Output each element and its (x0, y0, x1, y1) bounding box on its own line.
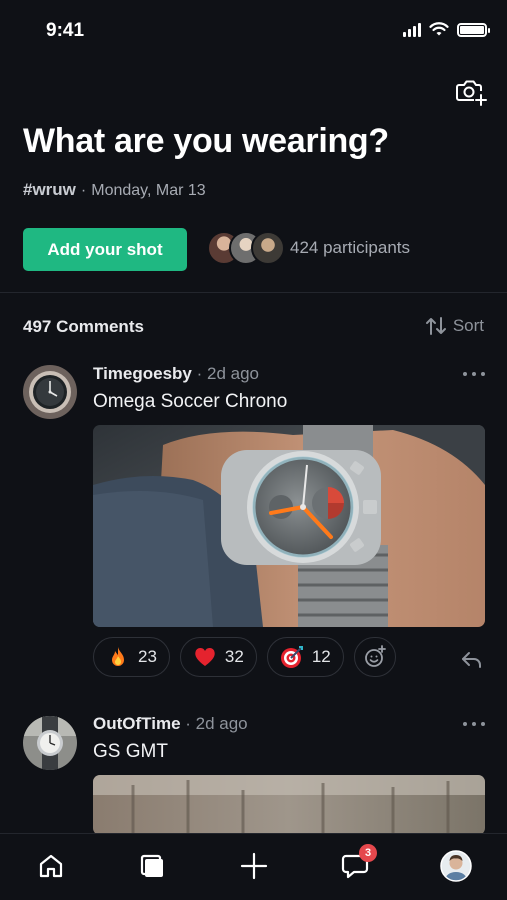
comment-photo[interactable] (93, 425, 485, 627)
heart-icon (195, 647, 215, 666)
reply-button[interactable] (460, 650, 484, 670)
more-options-button[interactable] (463, 369, 485, 379)
battery-icon (457, 22, 490, 37)
meta-separator: · (80, 182, 87, 199)
add-reaction-button[interactable] (353, 637, 396, 677)
commenter-avatar[interactable] (23, 365, 77, 419)
add-photo-camera-button[interactable] (455, 76, 487, 106)
hashtag[interactable]: #wruw (23, 180, 76, 199)
wifi-icon (429, 22, 449, 36)
camera-plus-icon (456, 80, 487, 106)
tab-create[interactable] (236, 848, 272, 884)
status-icons (403, 22, 490, 37)
plus-icon (240, 852, 268, 880)
collection-icon (140, 854, 163, 877)
tab-home[interactable] (33, 848, 69, 884)
comment-time: 2d ago (195, 714, 248, 733)
tab-messages[interactable]: 3 (337, 844, 377, 884)
comment-username[interactable]: OutOfTime (93, 714, 181, 733)
reaction-count: 23 (138, 647, 157, 666)
reaction-target[interactable]: 12 (266, 637, 344, 677)
fire-icon (112, 647, 124, 666)
comment-username[interactable]: Timegoesby (93, 364, 192, 383)
reaction-count: 12 (311, 647, 331, 666)
comment-photo[interactable] (93, 775, 485, 835)
participant-avatars[interactable] (207, 231, 287, 265)
reaction-fire[interactable]: 23 (93, 637, 170, 677)
divider (0, 292, 507, 293)
challenge-date: Monday, Mar 13 (91, 182, 206, 199)
reply-arrow-icon (462, 652, 481, 668)
tab-profile[interactable] (438, 848, 474, 884)
comments-count: 497 Comments (23, 317, 144, 336)
participants-count[interactable]: 424 participants (290, 238, 410, 258)
comment-header: OutOfTime · 2d ago (93, 714, 248, 733)
add-emoji-icon (364, 645, 386, 667)
profile-avatar (440, 850, 472, 882)
cellular-signal-icon (403, 22, 421, 37)
sort-button[interactable]: Sort (425, 316, 484, 336)
comment-text: GS GMT (93, 741, 168, 762)
tab-collection[interactable] (134, 848, 170, 884)
target-icon (280, 646, 303, 668)
sort-arrows-icon (425, 317, 446, 335)
reactions-bar: 23 32 12 (93, 637, 396, 677)
commenter-avatar[interactable] (23, 716, 77, 770)
status-time: 9:41 (46, 20, 85, 41)
reaction-count: 32 (224, 647, 244, 666)
home-icon (39, 854, 63, 878)
reaction-heart[interactable]: 32 (179, 637, 257, 677)
participant-avatar (251, 231, 285, 265)
status-bar: 9:41 (0, 0, 507, 60)
comment-header: Timegoesby · 2d ago (93, 364, 259, 383)
challenge-meta: #wruw · Monday, Mar 13 (23, 180, 206, 200)
comment-time: 2d ago (207, 364, 259, 383)
more-options-button[interactable] (463, 719, 485, 729)
bottom-tab-bar: 3 (0, 833, 507, 900)
sort-label: Sort (452, 316, 484, 335)
page-title: What are you wearing? (23, 122, 389, 160)
notification-badge: 3 (359, 844, 377, 862)
comment-text: Omega Soccer Chrono (93, 391, 288, 412)
add-your-shot-button[interactable]: Add your shot (23, 228, 187, 271)
